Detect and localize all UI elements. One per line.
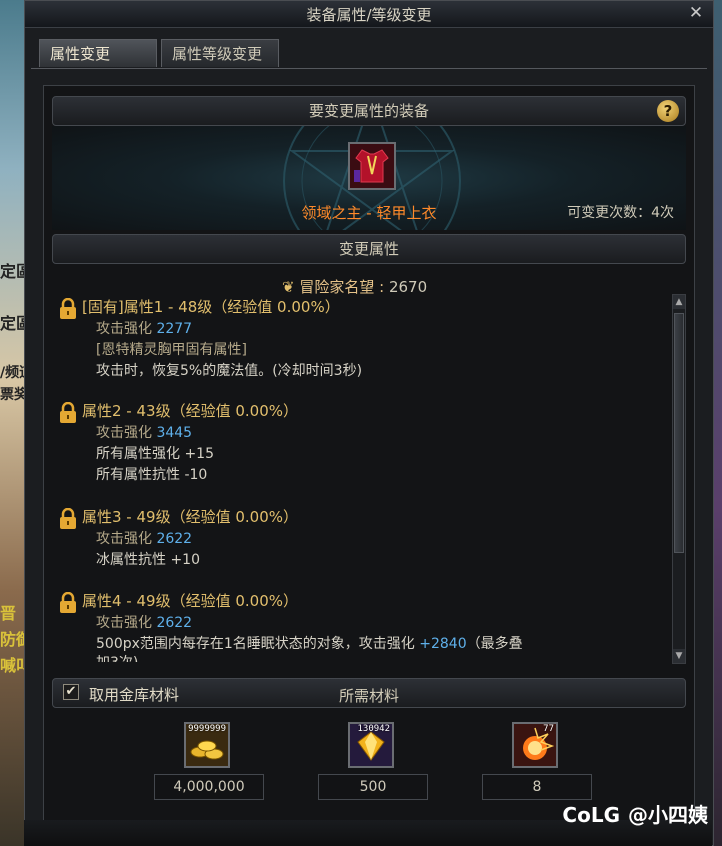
attribute-stat: 攻击强化 2622 [96, 612, 192, 632]
material-quantity: 500 [318, 774, 428, 800]
scroll-up-arrow[interactable]: ▲ [673, 295, 685, 309]
reputation-value: 2670 [388, 278, 428, 296]
window-title: 装备属性/等级变更 [306, 6, 432, 24]
lock-icon[interactable] [58, 402, 78, 424]
attribute-title: [固有]属性1 - 48级（经验值 0.00%） [82, 298, 340, 316]
stat-value: 3445 [156, 425, 193, 441]
stat-value: 2622 [156, 531, 193, 547]
materials-section-header: ✔ 取用金库材料 所需材料 [52, 678, 686, 708]
attribute-stat: 攻击强化 3445 [96, 422, 192, 442]
attribute-title: 属性4 - 49级（经验值 0.00%） [82, 592, 298, 610]
equipment-display: 领域之主 - 轻甲上衣 可变更次数：4次 [52, 126, 686, 230]
main-panel: 要变更属性的装备 ? 领域之主 - 轻甲上衣 可变更次数：4次 变更属性 ❦ 冒… [43, 85, 695, 837]
watermark-brand: CoLG [562, 803, 620, 827]
attribute-title: 属性3 - 49级（经验值 0.00%） [82, 508, 298, 526]
attributes-section-header: 变更属性 [52, 234, 686, 264]
gem-crystal-icon[interactable]: 130942 [348, 722, 394, 768]
watermark-user: @小四姨 [628, 803, 708, 827]
watermark: CoLG @小四姨 [562, 799, 708, 828]
scroll-down-arrow[interactable]: ▼ [673, 649, 685, 663]
attribute-title: 属性2 - 43级（经验值 0.00%） [82, 402, 298, 420]
attribute-stat: 攻击强化 2277 [96, 318, 192, 338]
required-materials-label: 所需材料 [338, 687, 399, 705]
change-count: 可变更次数：4次 [567, 205, 674, 221]
effect-value: +2840 [419, 636, 467, 652]
effect-suffix: （最多叠 [466, 636, 523, 652]
stat-label: 攻击强化 [96, 615, 152, 631]
attribute-line: 攻击时，恢复5%的魔法值。(冷却时间3秒) [96, 363, 363, 379]
question-mark-icon: ? [663, 102, 673, 120]
stat-value: 2622 [156, 615, 193, 631]
close-icon: ✕ [688, 3, 704, 23]
attributes-header-label: 变更属性 [338, 240, 399, 258]
attribute-scrollbar[interactable]: ▲ ▼ [672, 294, 686, 664]
stat-label: 攻击强化 [96, 531, 152, 547]
material-count: 130942 [357, 724, 390, 734]
fire-orb-icon[interactable]: 77 [512, 722, 558, 768]
help-button[interactable]: ? [657, 100, 679, 122]
stat-label: 攻击强化 [96, 425, 152, 441]
attribute-line: [恩特精灵胸甲固有属性] [96, 342, 247, 358]
tab-attribute-level-change[interactable]: 属性等级变更 [161, 39, 279, 67]
stat-label: 攻击强化 [96, 321, 152, 337]
tab-attribute-change[interactable]: 属性变更 [39, 39, 157, 67]
attribute-line: 所有属性强化 +15 [96, 446, 214, 462]
material-count: 9999999 [188, 724, 226, 734]
close-button[interactable]: ✕ [687, 3, 705, 23]
title-bar[interactable]: 装备属性/等级变更 ✕ [25, 1, 713, 28]
material-quantity: 8 [482, 774, 592, 800]
lock-icon[interactable] [58, 298, 78, 320]
effect-text: 500px范围内每存在1名睡眠状态的对象，攻击强化 [96, 636, 420, 652]
attribute-stat: 攻击强化 2622 [96, 528, 192, 548]
attribute-line: 所有属性抗性 -10 [96, 467, 208, 483]
attribute-line-cut: 加3次) [96, 652, 138, 662]
stat-value: 2277 [156, 321, 193, 337]
equipment-slot[interactable] [348, 142, 396, 190]
reputation-icon: ❦ [282, 278, 295, 296]
lock-icon[interactable] [58, 592, 78, 614]
adventurer-reputation: ❦ 冒险家名望 : 2670 [282, 276, 427, 297]
material-count: 77 [543, 724, 554, 734]
equipment-section-header: 要变更属性的装备 ? [52, 96, 686, 126]
tab-divider [31, 68, 707, 69]
attribute-line: 冰属性抗性 +10 [96, 552, 200, 568]
reputation-label: 冒险家名望 : [299, 278, 385, 296]
light-armor-icon [350, 144, 394, 188]
gold-coins-icon[interactable]: 9999999 [184, 722, 230, 768]
bg-text: 晋 [0, 604, 17, 623]
attribute-list[interactable]: ❦ 冒险家名望 : 2670 [固有]属性1 - 48级（经验值 0.00%） … [52, 266, 674, 662]
lock-icon[interactable] [58, 508, 78, 530]
attribute-line: 500px范围内每存在1名睡眠状态的对象，攻击强化 +2840（最多叠 [96, 633, 523, 653]
scroll-thumb[interactable] [674, 313, 684, 553]
equipment-header-label: 要变更属性的装备 [308, 102, 429, 120]
material-quantity: 4,000,000 [154, 774, 264, 800]
equipment-attribute-window: 装备属性/等级变更 ✕ 属性变更 属性等级变更 要变更属性的装备 ? 领域之主 … [24, 0, 714, 846]
